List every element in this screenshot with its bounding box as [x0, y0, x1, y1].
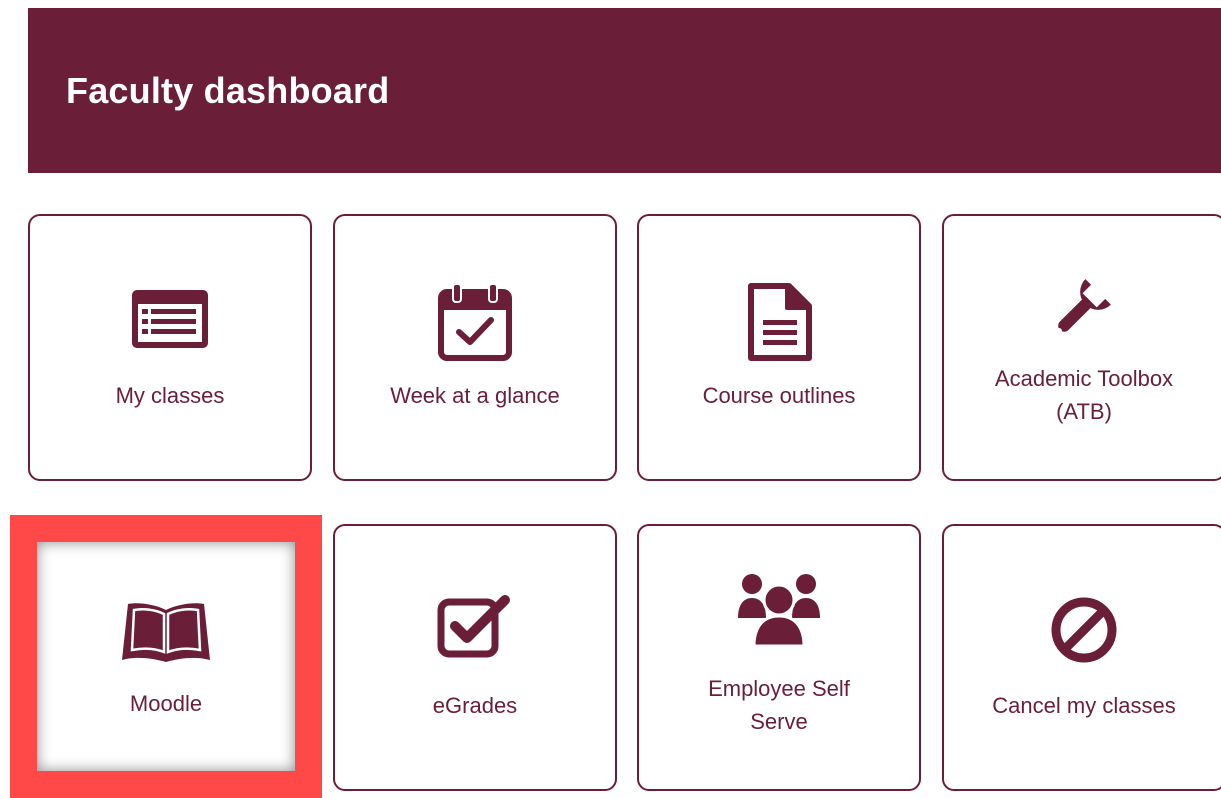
calendar-check-icon	[437, 282, 513, 367]
tile-my-classes[interactable]: My classes	[28, 214, 312, 481]
tile-cancel-my-classes[interactable]: Cancel my classes	[942, 524, 1221, 791]
people-group-icon	[736, 570, 822, 655]
tile-academic-toolbox[interactable]: Academic Toolbox (ATB)	[942, 214, 1221, 481]
dashboard-header: Faculty dashboard	[28, 8, 1221, 173]
tile-label: Week at a glance	[390, 383, 560, 408]
open-book-icon	[120, 600, 212, 669]
tile-course-outlines[interactable]: Course outlines	[637, 214, 921, 481]
tile-label: eGrades	[432, 693, 518, 718]
tile-label: Employee Self Serve	[708, 676, 850, 734]
tile-egrades[interactable]: eGrades	[333, 524, 617, 791]
tile-label: My classes	[115, 383, 225, 408]
list-card-icon	[130, 288, 210, 355]
tile-week-at-a-glance[interactable]: Week at a glance	[333, 214, 617, 481]
tile-employee-self-serve[interactable]: Employee Self Serve	[637, 524, 921, 791]
tile-label: Academic Toolbox (ATB)	[994, 366, 1174, 424]
page-title: Faculty dashboard	[66, 70, 390, 111]
tile-label: Course outlines	[702, 383, 856, 408]
tile-moodle[interactable]: Moodle	[37, 542, 295, 774]
tile-label: Moodle	[129, 691, 203, 716]
wrench-icon	[1046, 268, 1122, 349]
prohibited-icon	[1050, 596, 1118, 669]
checkbox-icon	[437, 594, 513, 663]
document-icon	[745, 282, 813, 367]
tile-label: Cancel my classes	[992, 693, 1176, 718]
